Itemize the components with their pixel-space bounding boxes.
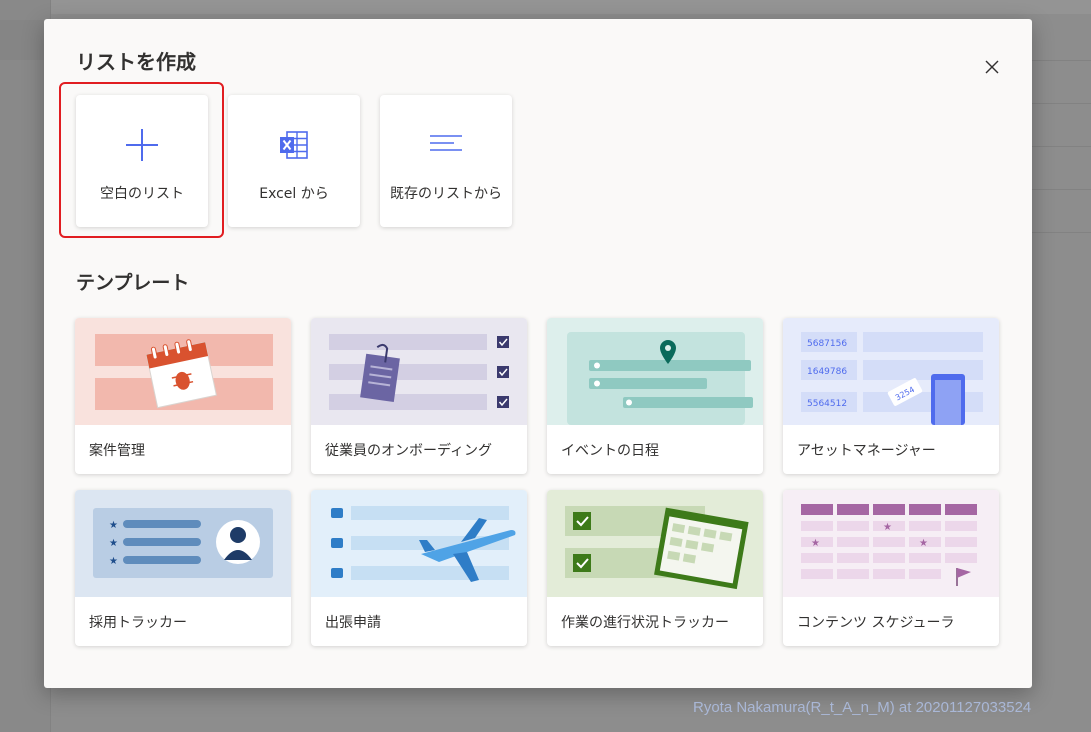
template-event-itinerary[interactable]: イベントの日程 [547,318,763,474]
template-recruitment-tracker[interactable]: ★ ★ ★ 採用トラッカー [75,490,291,646]
svg-text:★: ★ [109,520,118,531]
calendar-checklist-illustration [547,490,763,597]
from-existing-list-label: 既存のリストから [390,186,502,202]
svg-text:★: ★ [919,538,928,549]
svg-text:★: ★ [811,538,820,549]
template-label: 出張申請 [325,615,381,631]
from-existing-list-button[interactable]: 既存のリストから [380,95,512,227]
watermark-text: Ryota Nakamura(R_t_A_n_M) at 20201127033… [693,699,1032,716]
svg-text:★: ★ [109,538,118,549]
airplane-illustration [311,490,527,597]
template-employee-onboarding[interactable]: 従業員のオンボーディング [311,318,527,474]
asset-number-label: 5564512 [807,399,847,409]
template-issue-tracker[interactable]: 案件管理 [75,318,291,474]
template-asset-manager[interactable]: 5687156 1649786 5564512 3254 アセットマネージャー [783,318,999,474]
template-content-scheduler[interactable]: ★ ★ ★ コンテンツ スケジューラ [783,490,999,646]
map-pin-timeline-illustration [547,318,763,425]
from-excel-label: Excel から [259,186,329,202]
close-button[interactable] [978,53,1006,81]
template-label: イベントの日程 [561,443,659,459]
candidate-profile-illustration: ★ ★ ★ [75,490,291,597]
schedule-grid-illustration: ★ ★ ★ [783,490,999,597]
clipboard-checklist-illustration [311,318,527,425]
dialog-title: リストを作成 [76,50,196,74]
highlight-box [59,82,224,238]
template-label: 採用トラッカー [89,615,187,631]
template-label: 従業員のオンボーディング [325,443,493,459]
template-label: コンテンツ スケジューラ [797,615,955,631]
create-list-dialog: リストを作成 空白のリスト Excel から 既存のリストから テンプレート 案… [44,19,1032,688]
close-icon [985,60,999,74]
asset-tags-phone-illustration: 5687156 1649786 5564512 3254 [783,318,999,425]
list-lines-icon [430,135,462,151]
template-label: 作業の進行状況トラッカー [561,615,729,631]
asset-number-label: 5687156 [807,339,847,349]
template-label: 案件管理 [89,443,145,459]
calendar-bug-illustration [75,318,291,425]
asset-number-label: 1649786 [807,367,847,377]
svg-text:★: ★ [883,522,892,533]
template-travel-requests[interactable]: 出張申請 [311,490,527,646]
templates-heading: テンプレート [76,272,190,294]
template-work-progress-tracker[interactable]: 作業の進行状況トラッカー [547,490,763,646]
svg-text:★: ★ [109,556,118,567]
excel-icon [280,131,308,159]
template-label: アセットマネージャー [797,443,936,459]
from-excel-button[interactable]: Excel から [228,95,360,227]
